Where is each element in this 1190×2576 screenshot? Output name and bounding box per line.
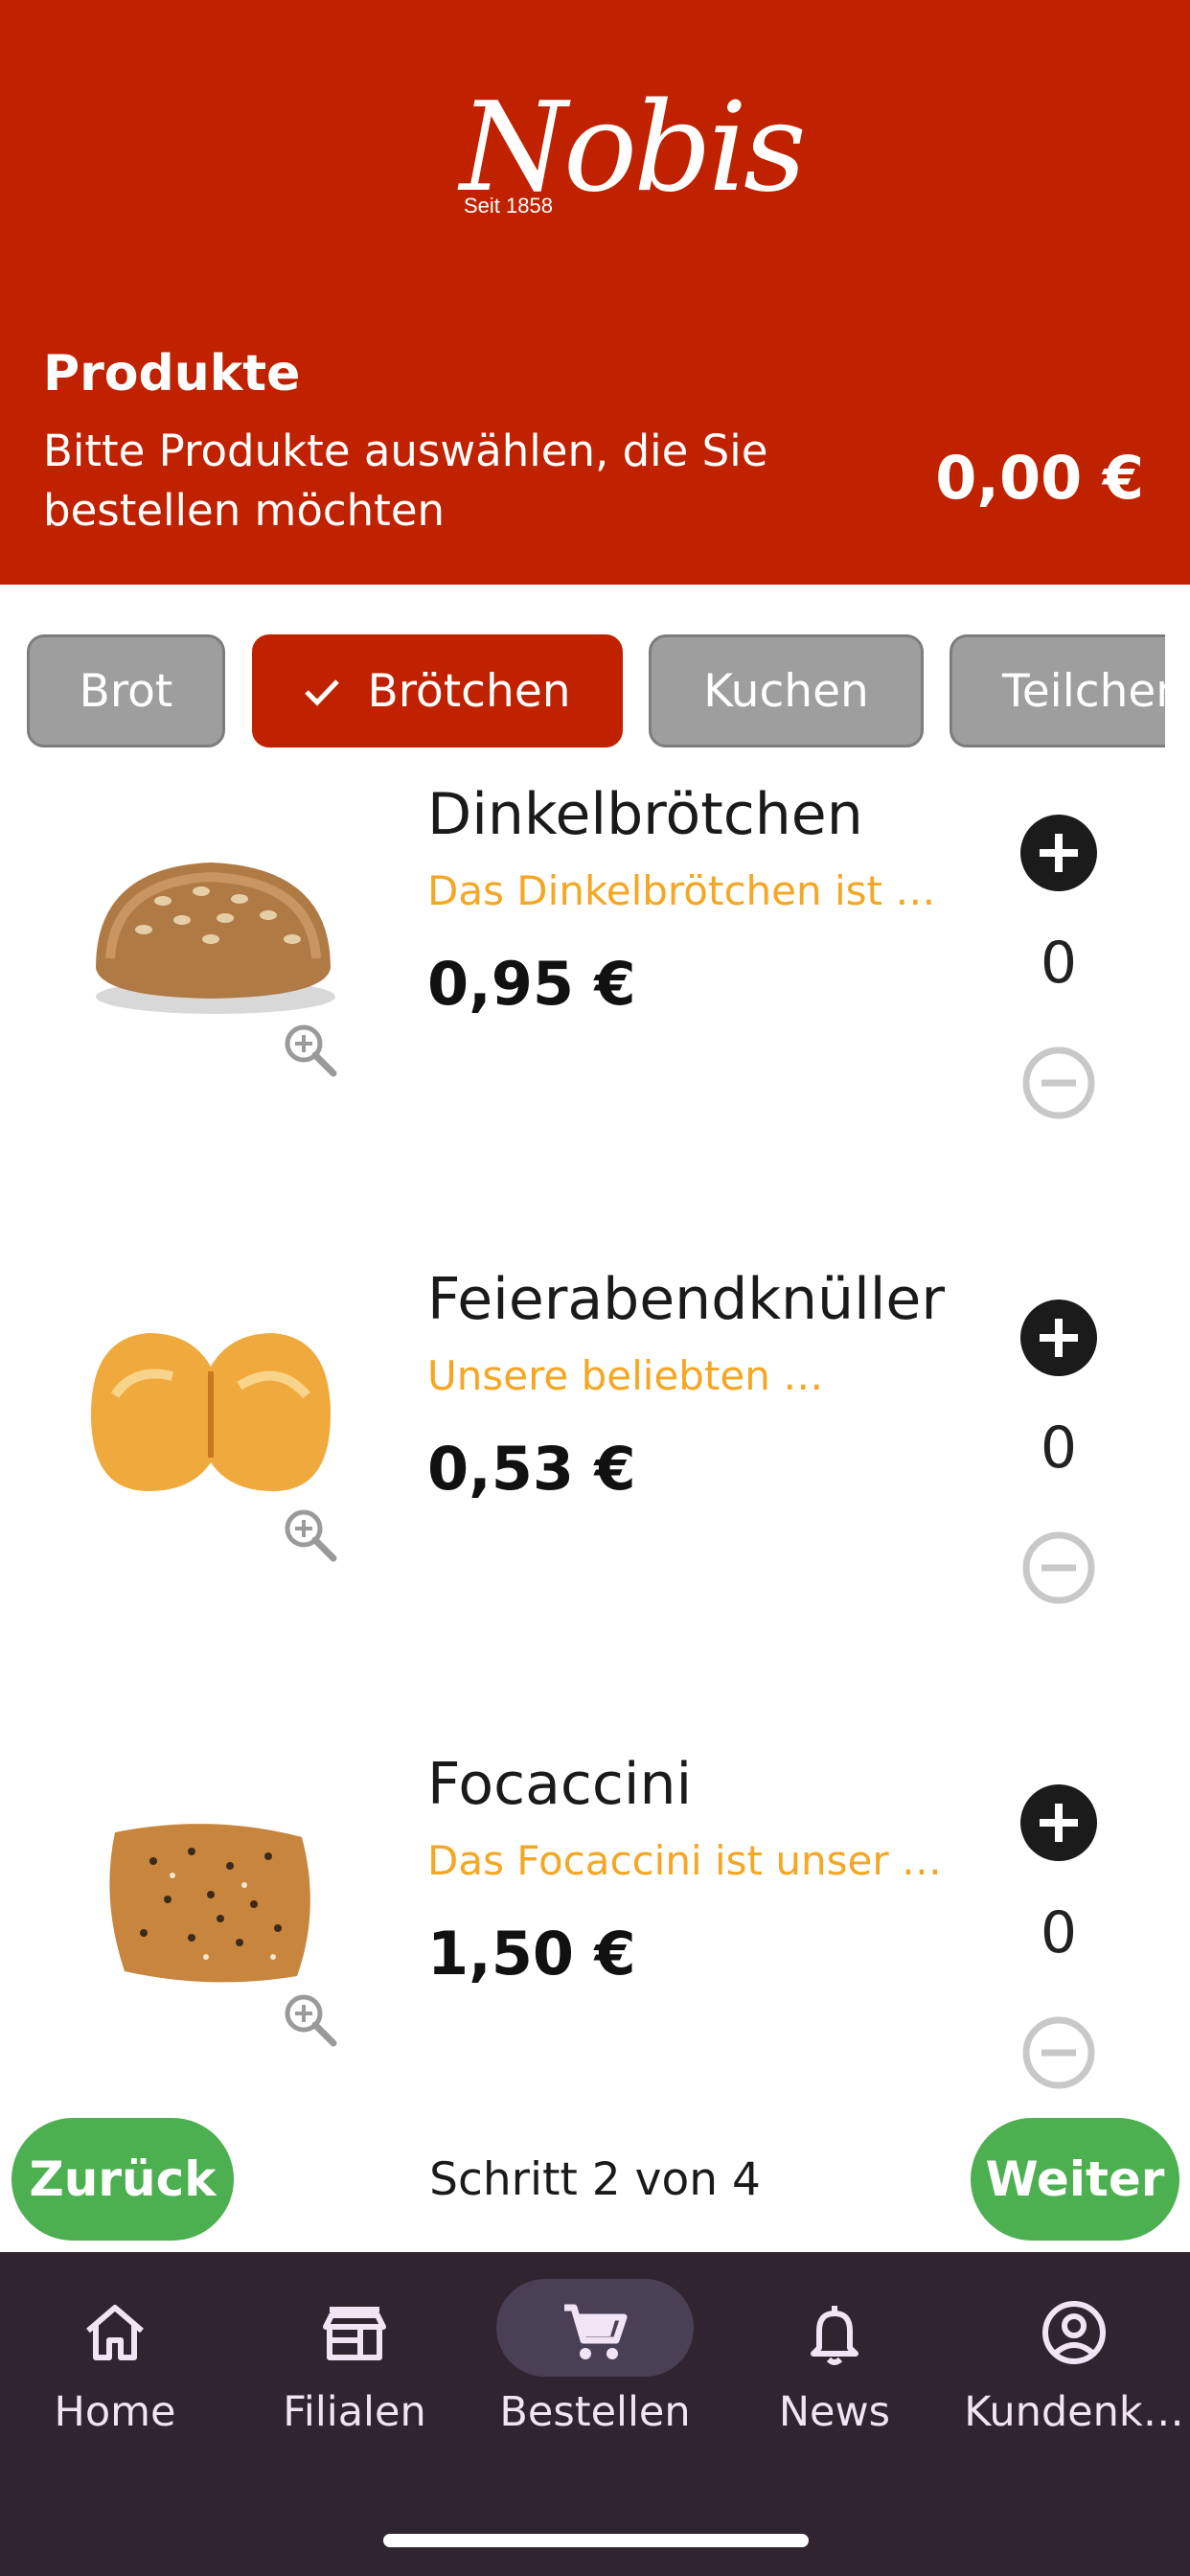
product-item: Feierabendknüller Unsere beliebten … 0,5…	[0, 1252, 1190, 1712]
store-icon	[323, 2307, 386, 2360]
page-subtitle: Bitte Produkte auswählen, die Sie bestel…	[43, 426, 768, 536]
product-image-dinkelbroetchen[interactable]	[77, 824, 345, 1035]
home-indicator	[383, 2534, 809, 2547]
product-name: Feierabendknüller	[427, 1266, 945, 1333]
tab-label: Home	[54, 2388, 176, 2436]
chip-label: Teilchen	[1002, 664, 1165, 718]
product-item: Focaccini Das Focaccini ist unser … 1,50…	[0, 1736, 1190, 2091]
tab-label: Kundenk…	[964, 2388, 1184, 2436]
tab-kundenkonto[interactable]: Kundenk…	[958, 2252, 1190, 2472]
category-chip-brot[interactable]: Brot	[27, 634, 225, 748]
logo-tagline: Seit 1858	[464, 194, 553, 218]
quantity-value: 0	[1040, 930, 1078, 997]
category-chip-kuchen[interactable]: Kuchen	[649, 634, 924, 748]
category-chip-broetchen[interactable]: Brötchen	[252, 634, 623, 748]
product-name: Dinkelbrötchen	[427, 781, 863, 848]
chip-label: Brot	[79, 664, 173, 718]
plus-icon	[1040, 1804, 1078, 1842]
tab-label: Filialen	[283, 2388, 426, 2436]
chip-label: Brötchen	[367, 664, 571, 718]
order-total: 0,00 €	[935, 443, 1144, 513]
header: Nobis Seit 1858 Produkte Bitte Produkte …	[0, 0, 1190, 585]
increase-quantity-button[interactable]	[1020, 1300, 1097, 1376]
tab-home[interactable]: Home	[0, 2252, 230, 2472]
tab-bestellen[interactable]: Bestellen	[480, 2252, 710, 2472]
quantity-value: 0	[1040, 1414, 1078, 1482]
product-image-focaccini[interactable]	[77, 1794, 345, 2005]
tab-filialen[interactable]: Filialen	[240, 2252, 469, 2472]
chip-label: Kuchen	[703, 664, 869, 718]
plus-icon	[1040, 1319, 1078, 1357]
decrease-quantity-button[interactable]	[1020, 1530, 1097, 1606]
product-description: Unsere beliebten …	[427, 1352, 824, 1399]
home-icon	[86, 2305, 144, 2360]
product-price: 1,50 €	[427, 1919, 636, 1989]
increase-quantity-button[interactable]	[1020, 1784, 1097, 1861]
tab-label: News	[778, 2388, 891, 2436]
check-icon	[304, 665, 340, 718]
decrease-quantity-button[interactable]	[1020, 2014, 1097, 2091]
page-title: Produkte	[43, 345, 301, 402]
tab-news[interactable]: News	[720, 2252, 950, 2472]
zoom-in-icon[interactable]	[281, 1021, 338, 1078]
bottom-navigation: Home Filialen Bestellen News Kundenk…	[0, 2252, 1190, 2576]
category-chip-teilchen[interactable]: Teilchen	[950, 634, 1165, 748]
product-description: Das Focaccini ist unser …	[427, 1837, 942, 1884]
zoom-in-icon[interactable]	[281, 1990, 338, 2048]
product-price: 0,53 €	[427, 1434, 636, 1504]
product-name: Focaccini	[427, 1751, 693, 1818]
step-indicator: Schritt 2 von 4	[429, 2153, 761, 2206]
product-description: Das Dinkelbrötchen ist …	[427, 867, 936, 914]
decrease-quantity-button[interactable]	[1020, 1045, 1097, 1121]
plus-icon	[1040, 834, 1078, 872]
zoom-in-icon[interactable]	[281, 1506, 338, 1563]
increase-quantity-button[interactable]	[1020, 815, 1097, 891]
tab-label: Bestellen	[499, 2388, 691, 2436]
category-chips: Brot Brötchen Kuchen Teilchen	[0, 632, 1165, 751]
nobis-logo: Nobis Seit 1858	[450, 77, 807, 240]
bell-icon	[811, 2306, 858, 2365]
cart-icon	[564, 2304, 628, 2359]
product-image-feierabendknueller[interactable]	[77, 1309, 345, 1520]
quantity-value: 0	[1040, 1899, 1078, 1966]
product-item: Dinkelbrötchen Das Dinkelbrötchen ist … …	[0, 767, 1190, 1227]
account-icon	[1042, 2301, 1106, 2364]
product-price: 0,95 €	[427, 949, 636, 1019]
